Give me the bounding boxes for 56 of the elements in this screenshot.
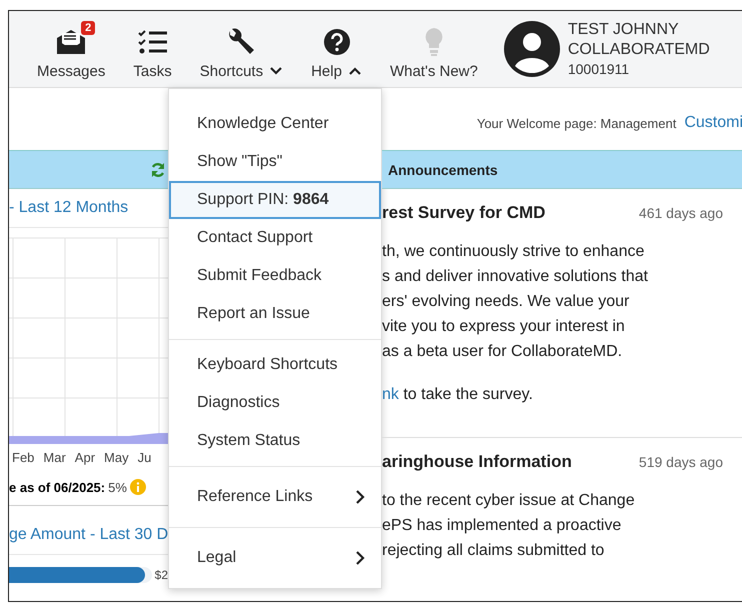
menu-item[interactable]: Report an Issue xyxy=(169,295,381,333)
info-icon[interactable] xyxy=(130,479,146,495)
chevron-up-icon xyxy=(348,66,362,76)
wrench-icon xyxy=(226,28,256,56)
axis-label: Ju xyxy=(138,450,152,465)
welcome-page-text: Your Welcome page: Management xyxy=(476,116,676,130)
panel-header: Announcements xyxy=(382,150,742,189)
menu-item[interactable]: Contact Support xyxy=(169,219,381,257)
announcement-text: vite you to express your interest in xyxy=(382,317,626,337)
announcement-text: ePS has implemented a proactive xyxy=(382,516,622,536)
announcement-text: as a beta user for CollaborateMD. xyxy=(382,342,624,362)
nav-button[interactable]: Shortcuts xyxy=(186,18,298,80)
nav-button[interactable]: Tasks xyxy=(119,18,186,80)
announcement-text: rejecting all claims submitted to xyxy=(382,541,606,561)
menu-item[interactable]: Knowledge Center xyxy=(169,105,381,143)
user-name: TEST JOHNNY xyxy=(568,20,680,40)
refresh-icon[interactable] xyxy=(150,162,166,178)
nav-button[interactable]: What's New? xyxy=(376,18,492,80)
nav-button[interactable]: Help xyxy=(297,18,376,80)
count-badge: 2 xyxy=(81,20,96,34)
announcement-text: to the recent cyber issue at Change xyxy=(382,491,636,511)
menu-item[interactable]: System Status xyxy=(169,422,381,460)
user-id: 10001911 xyxy=(568,60,630,78)
announcement-age: 519 days ago xyxy=(638,454,723,470)
nav-button[interactable]: 2 Messages xyxy=(23,18,120,80)
announcement-text: nk to take the survey. xyxy=(382,385,534,405)
announcement-text: ers' evolving needs. We value your xyxy=(382,292,630,312)
menu-item[interactable]: Support PIN: 9864 xyxy=(169,181,381,219)
menu-item[interactable]: Show "Tips" xyxy=(169,143,381,181)
rate-value: 5% xyxy=(108,480,127,494)
rate-label: e as of 06/2025: xyxy=(9,480,106,494)
announcement-title: rest Survey for CMD xyxy=(382,203,546,223)
avatar-icon[interactable] xyxy=(504,21,560,77)
axis-label: May xyxy=(104,450,129,465)
announcement-text: th, we continuously strive to enhance xyxy=(382,242,646,262)
menu-item[interactable]: Keyboard Shortcuts xyxy=(169,346,381,384)
bar-value: $2 xyxy=(154,568,168,582)
axis-label: Feb xyxy=(12,450,34,465)
menu-item[interactable]: Legal xyxy=(169,534,381,582)
help-icon xyxy=(322,28,351,56)
axis-label: Apr xyxy=(74,450,96,465)
menu-item[interactable]: Reference Links xyxy=(169,473,381,521)
lightbulb-icon xyxy=(424,26,444,56)
menu-item[interactable]: Submit Feedback xyxy=(169,257,381,295)
axis-label: Mar xyxy=(43,450,66,465)
chevron-right-icon xyxy=(355,550,365,566)
menu-item[interactable]: Diagnostics xyxy=(169,384,381,422)
announcement-title: aringhouse Information xyxy=(382,452,572,472)
checklist-icon xyxy=(138,28,168,54)
customize-link[interactable]: Customi xyxy=(684,114,742,132)
organization-name: COLLABORATEMD xyxy=(568,40,710,60)
chevron-right-icon xyxy=(355,489,365,505)
announcement-age: 461 days ago xyxy=(638,205,723,221)
chevron-down-icon xyxy=(269,66,284,76)
announcement-text: s and deliver innovative solutions that xyxy=(382,267,649,287)
survey-link[interactable]: nk xyxy=(382,386,399,403)
